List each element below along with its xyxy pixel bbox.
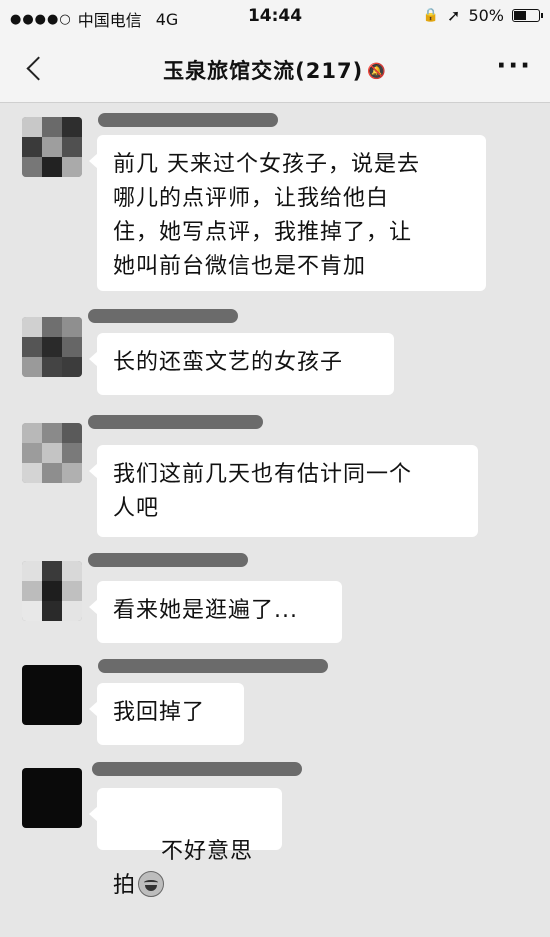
avatar[interactable]: [22, 665, 82, 725]
chat-message: 不好意思拍: [0, 758, 550, 898]
avatar[interactable]: [22, 423, 82, 483]
chat-title: 玉泉旅馆交流(217): [163, 59, 364, 83]
sender-name-redacted: [98, 113, 278, 127]
chat-message: 前几 天来过个女孩子，说是去 哪儿的点评师，让我给他白 住，她写点评，我推掉了，…: [0, 113, 550, 293]
chat-message: 看来她是逛遍了...: [0, 549, 550, 644]
laughing-tears-icon: [138, 871, 165, 897]
avatar[interactable]: [22, 317, 82, 377]
sender-name-redacted: [92, 762, 302, 776]
status-bar: ●●●●○ 中国电信 4G 14:44 🔒 ➚ 50%: [0, 0, 550, 34]
message-bubble[interactable]: 不好意思拍: [89, 788, 282, 898]
chat-message: 我们这前几天也有估计同一个 人吧: [0, 413, 550, 538]
location-icon: ➚: [447, 6, 461, 25]
message-bubble[interactable]: 长的还蛮文艺的女孩子: [89, 333, 394, 395]
sender-name-redacted: [88, 309, 238, 323]
avatar[interactable]: [22, 768, 82, 828]
message-bubble[interactable]: 我们这前几天也有估计同一个 人吧: [89, 445, 478, 537]
sender-name-redacted: [88, 415, 263, 429]
sender-name-redacted: [98, 659, 328, 673]
battery-icon: [512, 9, 543, 22]
more-options-button[interactable]: ···: [496, 53, 532, 79]
chat-messages: 前几 天来过个女孩子，说是去 哪儿的点评师，让我给他白 住，她写点评，我推掉了，…: [0, 103, 550, 898]
chat-message: 长的还蛮文艺的女孩子: [0, 305, 550, 405]
chat-message: 我回掉了: [0, 655, 550, 745]
battery-percent: 50%: [468, 6, 504, 25]
message-bubble[interactable]: 看来她是逛遍了...: [89, 581, 342, 643]
avatar[interactable]: [22, 561, 82, 621]
battery-fill: [514, 11, 526, 20]
rotation-lock-icon: 🔒: [422, 8, 440, 23]
sender-name-redacted: [88, 553, 248, 567]
message-bubble[interactable]: 我回掉了: [89, 683, 244, 745]
message-bubble[interactable]: 前几 天来过个女孩子，说是去 哪儿的点评师，让我给他白 住，她写点评，我推掉了，…: [89, 135, 486, 291]
avatar[interactable]: [22, 117, 82, 177]
mute-icon: 🔕: [367, 62, 387, 80]
chat-header: 玉泉旅馆交流(217) 🔕 ···: [0, 34, 550, 103]
message-text: 不好意思拍: [113, 839, 253, 898]
